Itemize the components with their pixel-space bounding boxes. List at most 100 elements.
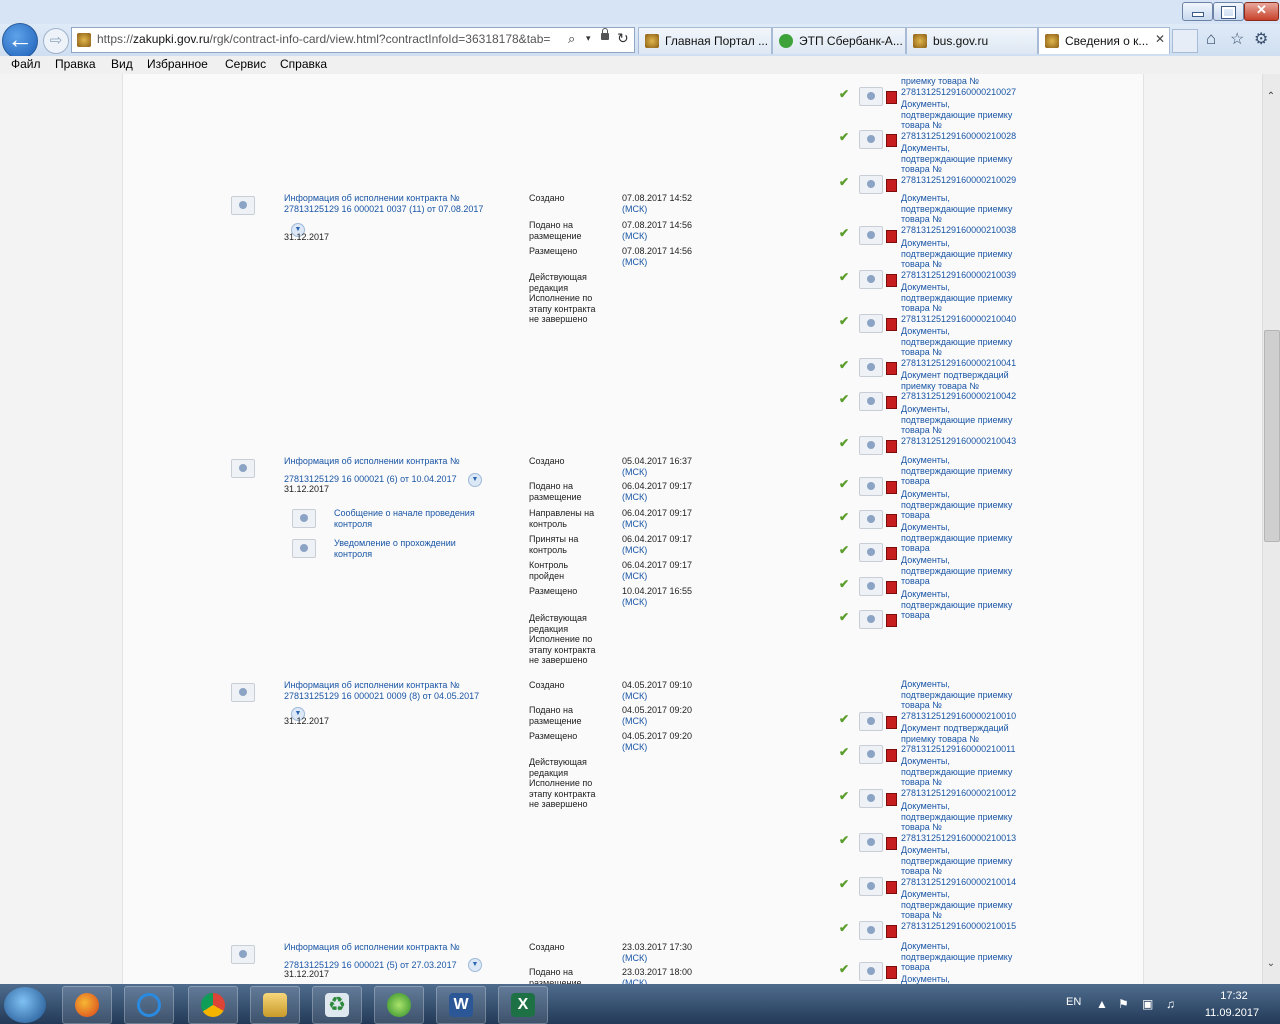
pdf-icon[interactable] — [886, 179, 897, 192]
document-link-line[interactable]: Документ подтверждаций — [901, 370, 1016, 381]
record-title[interactable]: Информация об исполнении контракта № — [284, 456, 460, 467]
sub-document-link[interactable]: Сообщение о начале проведения контроля — [334, 508, 475, 529]
certificate-icon[interactable] — [859, 270, 883, 289]
document-link-line[interactable]: 27813125129160000210029 — [901, 175, 1016, 186]
sub-document-link[interactable]: Уведомление о прохождении контроля — [334, 538, 456, 559]
document-link-line[interactable]: подтверждающие приемку — [901, 293, 1016, 304]
pdf-icon[interactable] — [886, 581, 897, 594]
document-link-line[interactable]: товара № — [901, 866, 1016, 877]
certificate-icon[interactable] — [859, 543, 883, 562]
certificate-icon[interactable] — [859, 175, 883, 194]
document-link-line[interactable]: товара № — [901, 822, 1016, 833]
chrome-icon[interactable] — [188, 986, 238, 1024]
pdf-icon[interactable] — [886, 91, 897, 104]
pdf-icon[interactable] — [886, 274, 897, 287]
pdf-icon[interactable] — [886, 230, 897, 243]
document-link-line[interactable]: приемку товара № — [901, 76, 1016, 87]
pdf-icon[interactable] — [886, 362, 897, 375]
document-link-line[interactable]: товара — [901, 962, 1012, 973]
pdf-icon[interactable] — [886, 793, 897, 806]
document-link-line[interactable]: Документы, — [901, 193, 1016, 204]
document-link-line[interactable]: подтверждающие приемку — [901, 466, 1012, 477]
document-link-line[interactable]: Документы, — [901, 326, 1016, 337]
document-link-line[interactable]: товара — [901, 476, 1012, 487]
document-link[interactable]: Документы, подтверждающие приемку товара — [901, 941, 1012, 973]
sub-document-link-line[interactable]: Сообщение о начале проведения — [334, 508, 475, 519]
document-link-line[interactable]: Документы, — [901, 143, 1016, 154]
certificate-icon[interactable] — [859, 130, 883, 149]
document-link-line[interactable]: товара № — [901, 164, 1016, 175]
document-link[interactable]: Документы, подтверждающие приемку товара №… — [901, 99, 1016, 141]
document-link-line[interactable]: товара № — [901, 425, 1016, 436]
certificate-icon[interactable] — [859, 436, 883, 455]
pdf-icon[interactable] — [886, 318, 897, 331]
document-link[interactable]: Документы, подтверждающие приемку товара №… — [901, 679, 1016, 721]
chevron-down-icon[interactable]: ▼ — [468, 473, 482, 487]
document-link-line[interactable]: 27813125129160000210012 — [901, 788, 1016, 799]
document-link-line[interactable]: товара № — [901, 259, 1016, 270]
document-link-line[interactable]: 27813125129160000210028 — [901, 131, 1016, 142]
document-link[interactable]: Документы, подтверждающие приемку товара №… — [901, 143, 1016, 185]
volume-icon[interactable]: ♫ — [1166, 997, 1175, 1011]
certificate-icon[interactable] — [292, 539, 316, 558]
document-link[interactable]: Документы, подтверждающие приемку товара №… — [901, 404, 1016, 446]
document-link-line[interactable]: 27813125129160000210011 — [901, 744, 1015, 755]
document-link-line[interactable]: 27813125129160000210010 — [901, 711, 1016, 722]
document-link-line[interactable]: товара № — [901, 303, 1016, 314]
record-title-number[interactable]: 27813125129 16 000021 0009 (8) от 04.05.… — [284, 691, 479, 702]
document-link-line[interactable]: 27813125129160000210014 — [901, 877, 1016, 888]
certificate-icon[interactable] — [859, 477, 883, 496]
document-link-line[interactable]: подтверждающие приемку — [901, 856, 1016, 867]
document-link[interactable]: Документ подтверждаций приемку товара № 27… — [901, 723, 1015, 755]
record-certificate-icon[interactable] — [231, 683, 255, 702]
document-link[interactable]: Документы, подтверждающие приемку товара — [901, 589, 1012, 621]
clock-time[interactable]: 17:32 — [1204, 990, 1264, 1002]
document-link[interactable]: Документы, — [901, 974, 950, 984]
document-link-line[interactable]: товара — [901, 576, 1012, 587]
pdf-icon[interactable] — [886, 716, 897, 729]
language-indicator[interactable]: EN — [1066, 996, 1081, 1008]
document-link-line[interactable]: товара № — [901, 347, 1016, 358]
document-link-line[interactable]: Документы, — [901, 845, 1016, 856]
document-link-line[interactable]: 27813125129160000210043 — [901, 436, 1016, 447]
document-link-line[interactable]: 27813125129160000210041 — [901, 358, 1016, 369]
document-link-line[interactable]: подтверждающие приемку — [901, 204, 1016, 215]
pdf-icon[interactable] — [886, 966, 897, 979]
certificate-icon[interactable] — [859, 314, 883, 333]
pdf-icon[interactable] — [886, 514, 897, 527]
document-link-line[interactable]: Документы, — [901, 99, 1016, 110]
pdf-icon[interactable] — [886, 837, 897, 850]
document-link-line[interactable]: подтверждающие приемку — [901, 767, 1016, 778]
document-link-line[interactable]: Документы, — [901, 941, 1012, 952]
document-link[interactable]: Документы, подтверждающие приемку товара №… — [901, 238, 1016, 280]
document-link[interactable]: Документы, подтверждающие приемку товара — [901, 522, 1012, 554]
document-link[interactable]: Документ подтверждаций приемку товара № 27… — [901, 370, 1016, 402]
document-link[interactable]: Документы, подтверждающие приемку товара №… — [901, 282, 1016, 324]
document-link-line[interactable]: 27813125129160000210040 — [901, 314, 1016, 325]
scroll-up-icon[interactable]: ⌃ — [1262, 88, 1280, 106]
certificate-icon[interactable] — [859, 577, 883, 596]
word-icon[interactable]: W — [436, 986, 486, 1024]
document-link-line[interactable]: Документы, — [901, 282, 1016, 293]
clock-date[interactable]: 11.09.2017 — [1197, 1007, 1267, 1019]
record-certificate-icon[interactable] — [231, 945, 255, 964]
document-link-line[interactable]: подтверждающие приемку — [901, 952, 1012, 963]
document-link-line[interactable]: приемку товара № — [901, 734, 1015, 745]
document-link-line[interactable]: подтверждающие приемку — [901, 500, 1012, 511]
document-link-line[interactable]: подтверждающие приемку — [901, 690, 1016, 701]
document-link-line[interactable]: Документы, — [901, 522, 1012, 533]
document-link-line[interactable]: товара — [901, 610, 1012, 621]
record-title[interactable]: Информация об исполнении контракта № — [284, 942, 460, 953]
document-link-line[interactable]: подтверждающие приемку — [901, 415, 1016, 426]
document-link-line[interactable]: товара № — [901, 910, 1016, 921]
certificate-icon[interactable] — [859, 745, 883, 764]
scrollbar-thumb[interactable] — [1264, 330, 1280, 542]
record-title[interactable]: Информация об исполнении контракта № — [284, 680, 460, 691]
document-link-line[interactable]: Документы, — [901, 555, 1012, 566]
document-link-line[interactable]: подтверждающие приемку — [901, 249, 1016, 260]
sub-document-link-line[interactable]: контроля — [334, 519, 475, 530]
pdf-icon[interactable] — [886, 481, 897, 494]
document-link-line[interactable]: подтверждающие приемку — [901, 900, 1016, 911]
pdf-icon[interactable] — [886, 925, 897, 938]
pdf-icon[interactable] — [886, 134, 897, 147]
